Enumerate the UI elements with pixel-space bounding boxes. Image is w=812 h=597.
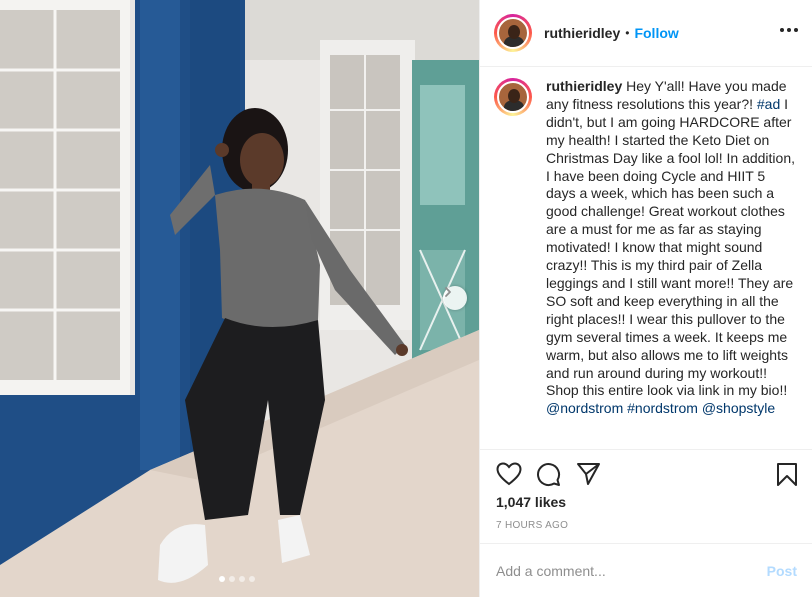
caption-hashtag-link[interactable]: @shopstyle <box>702 400 775 416</box>
photo-illustration <box>0 0 479 597</box>
share-icon[interactable] <box>576 462 601 491</box>
follow-button[interactable]: Follow <box>634 25 678 41</box>
caption-avatar[interactable] <box>494 78 532 116</box>
bookmark-icon[interactable] <box>776 462 798 492</box>
caption-text-segment: I didn't, but I am going HARDCORE after … <box>546 95 795 399</box>
carousel-dot <box>229 576 235 582</box>
username-link[interactable]: ruthieridley <box>544 25 620 41</box>
separator-dot: • <box>625 26 630 40</box>
caption-section: ruthieridley Hey Y'all! Have you made an… <box>480 68 812 448</box>
post-photo[interactable] <box>0 0 479 597</box>
carousel-dot <box>219 576 225 582</box>
caption-body: Hey Y'all! Have you made any fitness res… <box>546 78 795 416</box>
post-timestamp[interactable]: 7 HOURS AGO <box>496 520 568 531</box>
caption-hashtag-link[interactable]: #ad <box>757 96 780 112</box>
avatar[interactable] <box>494 14 532 52</box>
comment-input[interactable] <box>496 562 767 579</box>
carousel-dot <box>239 576 245 582</box>
post-comment-button[interactable]: Post <box>767 563 797 579</box>
avatar-image <box>497 81 529 113</box>
heart-icon[interactable] <box>496 462 522 491</box>
carousel-dot <box>249 576 255 582</box>
carousel-indicator <box>219 576 255 582</box>
comment-form: Post <box>480 543 812 597</box>
more-options-icon[interactable] <box>780 28 798 32</box>
caption-hashtag-link[interactable]: @nordstrom <box>546 400 623 416</box>
post-header: ruthieridley • Follow <box>480 0 812 67</box>
caption-hashtag-link[interactable]: #nordstrom <box>627 400 698 416</box>
avatar-image <box>497 17 529 49</box>
action-bar <box>480 449 812 494</box>
carousel-next-button[interactable] <box>443 286 467 310</box>
like-count[interactable]: 1,047 likes <box>496 494 566 510</box>
comment-icon[interactable] <box>536 462 561 492</box>
post-side-panel: ruthieridley • Follow ruthieridley Hey Y… <box>479 0 812 597</box>
caption-username-link[interactable]: ruthieridley <box>546 78 622 94</box>
caption-text: ruthieridley Hey Y'all! Have you made an… <box>546 78 796 448</box>
